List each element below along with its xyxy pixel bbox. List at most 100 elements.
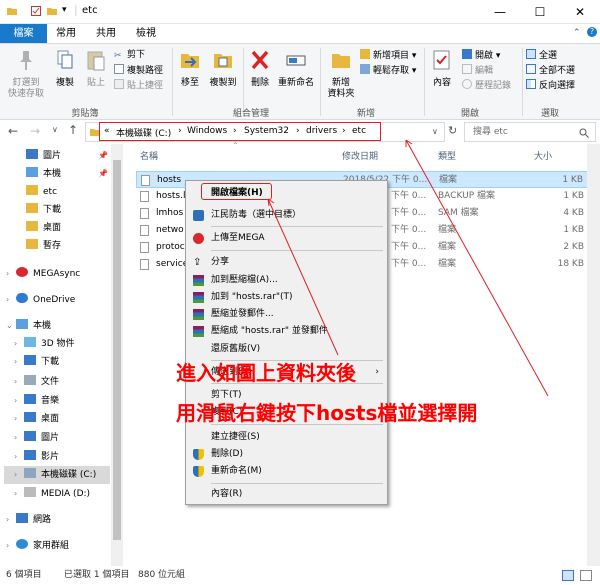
tab-home[interactable]: 常用 (50, 24, 82, 43)
nav-item-temp[interactable]: 暫存 (26, 237, 61, 255)
expand-arrow-icon[interactable]: › (6, 265, 16, 283)
expand-arrow-icon[interactable]: › (14, 429, 24, 447)
menu-delete[interactable]: 刪除(D) (186, 446, 387, 463)
menu-label: 內容(R) (211, 489, 243, 499)
nav-item-pc-pinned[interactable]: 本機 (26, 165, 61, 183)
details-view-icon[interactable] (562, 570, 574, 581)
menu-add-archive[interactable]: 加到壓縮檔(A)... (186, 272, 387, 289)
move-to-button[interactable]: 移至 (176, 48, 204, 89)
file-name: lmhos (156, 208, 184, 218)
tab-share[interactable]: 共用 (90, 24, 122, 43)
properties-button[interactable]: 內容 (428, 48, 456, 89)
menu-rename[interactable]: 重新命名(M) (186, 463, 387, 480)
desktop-icon (24, 412, 36, 422)
nav-item-desktop[interactable]: › 桌面 (14, 410, 59, 428)
easy-access-button[interactable]: 輕鬆存取 ▾ (360, 64, 416, 78)
select-none-button[interactable]: 全部不選 (526, 64, 575, 78)
expand-arrow-icon[interactable]: › (6, 511, 16, 529)
menu-compress-hosts-email[interactable]: 壓縮成 "hosts.rar" 並發郵件 (186, 323, 387, 340)
forward-arrow-icon[interactable]: → (30, 124, 40, 138)
menu-share[interactable]: ⇪ 分享 (186, 254, 387, 271)
column-name[interactable]: 名稱 (140, 149, 158, 162)
rename-button[interactable]: 重新命名 (276, 48, 316, 89)
menu-add-hosts-rar[interactable]: 加到 "hosts.rar"(T) (186, 289, 387, 306)
expand-arrow-icon[interactable]: › (14, 485, 24, 503)
back-arrow-icon[interactable]: ← (8, 124, 18, 138)
open-button[interactable]: 開啟 ▾ (462, 49, 500, 63)
nav-item-this-pc[interactable]: ⌄ 本機 (6, 317, 51, 335)
nav-item-megasync[interactable]: › MEGAsync (6, 265, 80, 283)
move-to-text: 移至 (180, 78, 199, 88)
menu-create-shortcut[interactable]: 建立捷徑(S) (186, 429, 387, 446)
list-scrollbar[interactable] (587, 144, 600, 566)
paste-shortcut-button[interactable]: 貼上捷徑 (114, 79, 163, 93)
navpane-scroll-thumb[interactable] (113, 160, 121, 540)
history-button[interactable]: 歷程記錄 (462, 79, 511, 93)
menu-compress-email[interactable]: 壓縮並發郵件... (186, 306, 387, 323)
invert-selection-button[interactable]: 反向選擇 (526, 79, 575, 93)
nav-item-documents[interactable]: › 文件 (14, 373, 59, 391)
help-icon[interactable]: ? (587, 27, 597, 37)
address-dropdown-icon[interactable]: ∨ (432, 127, 438, 136)
nav-item-desktop-quick[interactable]: 桌面 (26, 219, 61, 237)
nav-item-downloads-quick[interactable]: 下載 (26, 201, 61, 219)
copy-path-button[interactable]: 複製路徑 (114, 64, 163, 78)
nav-item-network[interactable]: › 網路 (6, 511, 51, 529)
new-folder-button[interactable]: 新增 資料夾 (324, 48, 358, 100)
paste-button[interactable]: 貼上 (82, 48, 110, 89)
nav-item-videos[interactable]: › 影片 (14, 448, 59, 466)
properties-quick-icon[interactable] (30, 5, 42, 17)
minimize-button[interactable]: — (480, 0, 520, 24)
nav-item-pictures[interactable]: 圖片 (26, 147, 61, 165)
column-size[interactable]: 大小 (534, 149, 552, 162)
nav-item-music[interactable]: › 音樂 (14, 392, 59, 410)
recent-locations-icon[interactable]: ∨ (52, 125, 58, 134)
menu-restore-versions[interactable]: 還原舊版(V) (186, 341, 387, 358)
up-arrow-icon[interactable]: ↑ (68, 123, 78, 137)
nav-item-homegroup[interactable]: › 家用群組 (6, 537, 69, 555)
nav-item-etc[interactable]: etc (26, 183, 57, 201)
new-item-button[interactable]: 新增項目 ▾ (360, 49, 416, 63)
menu-upload-mega[interactable]: 上傳至MEGA (186, 230, 387, 247)
expand-arrow-icon[interactable]: › (14, 392, 24, 410)
delete-button[interactable]: 刪除 (246, 48, 274, 89)
menu-properties[interactable]: 內容(R) (186, 486, 387, 503)
winrar-icon (193, 326, 204, 337)
nav-item-3d-objects[interactable]: › 3D 物件 (14, 335, 75, 353)
file-type: BACKUP 檔案 (438, 191, 495, 201)
large-icons-view-icon[interactable] (580, 570, 592, 581)
folder-icon (26, 221, 38, 231)
tab-view[interactable]: 檢視 (130, 24, 162, 43)
column-type[interactable]: 類型 (438, 149, 456, 162)
column-date[interactable]: 修改日期 (342, 149, 378, 162)
expand-arrow-icon[interactable]: › (6, 291, 16, 309)
nav-item-downloads[interactable]: › 下載 (14, 353, 59, 371)
edit-button[interactable]: 編輯 (462, 64, 493, 78)
expand-arrow-icon[interactable]: › (14, 410, 24, 428)
nav-item-drive-d[interactable]: › MEDIA (D:) (14, 485, 90, 503)
pin-quick-access-button[interactable]: 釘選到 快速存取 (4, 48, 48, 100)
cut-button[interactable]: ✂ 剪下 (114, 49, 145, 62)
ribbon-collapse-icon[interactable]: ⌃ (573, 28, 581, 38)
nav-item-onedrive[interactable]: › OneDrive (6, 291, 75, 309)
search-input[interactable]: 搜尋 etc (464, 122, 596, 142)
nav-item-drive-c[interactable]: › 本機磁碟 (C:) (4, 466, 110, 484)
select-all-button[interactable]: 全選 (526, 49, 557, 63)
menu-antivirus[interactable]: 江民防毒（選中目標） (186, 207, 387, 224)
collapse-arrow-icon[interactable]: ⌄ (6, 317, 16, 335)
expand-arrow-icon[interactable]: › (14, 335, 24, 353)
new-folder-quick-icon[interactable] (46, 5, 58, 17)
expand-arrow-icon[interactable]: › (14, 373, 24, 391)
close-button[interactable]: ✕ (560, 0, 600, 24)
expand-arrow-icon[interactable]: › (14, 448, 24, 466)
refresh-icon[interactable]: ↻ (448, 124, 457, 137)
expand-arrow-icon[interactable]: › (14, 353, 24, 371)
nav-item-pictures-pc[interactable]: › 圖片 (14, 429, 59, 447)
quick-access-dropdown[interactable]: ▾ (62, 5, 67, 15)
copy-button[interactable]: 複製 (50, 48, 80, 89)
expand-arrow-icon[interactable]: › (14, 466, 24, 484)
copy-to-button[interactable]: 複製到 (206, 48, 240, 89)
tab-file[interactable]: 檔案 (0, 24, 47, 43)
maximize-button[interactable]: ☐ (520, 0, 560, 24)
expand-arrow-icon[interactable]: › (6, 537, 16, 555)
